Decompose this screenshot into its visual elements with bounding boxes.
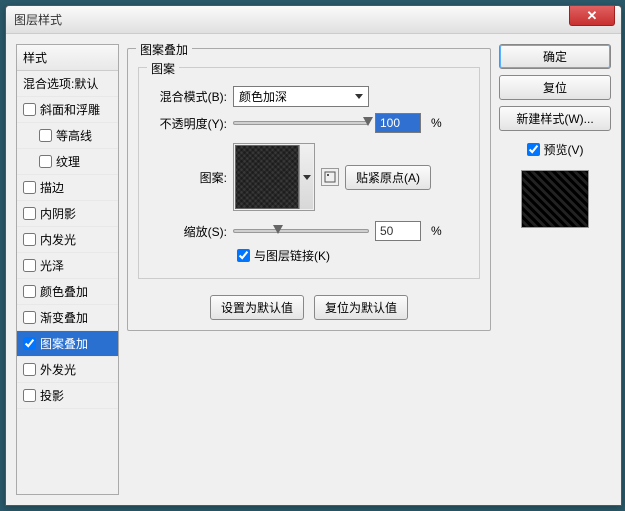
style-item-1[interactable]: 等高线 bbox=[17, 123, 118, 149]
style-item-checkbox[interactable] bbox=[23, 389, 36, 402]
pattern-dropdown-button[interactable] bbox=[299, 145, 313, 209]
chevron-down-icon bbox=[355, 94, 363, 99]
opacity-input[interactable]: 100 bbox=[375, 113, 421, 133]
style-item-label: 图案叠加 bbox=[40, 335, 88, 352]
style-item-checkbox[interactable] bbox=[39, 129, 52, 142]
close-icon[interactable]: ✕ bbox=[569, 6, 615, 26]
right-panel: 确定 复位 新建样式(W)... 预览(V) bbox=[499, 44, 611, 495]
style-list: 样式 混合选项:默认 斜面和浮雕等高线纹理描边内阴影内发光光泽颜色叠加渐变叠加图… bbox=[16, 44, 119, 495]
style-item-2[interactable]: 纹理 bbox=[17, 149, 118, 175]
opacity-slider[interactable] bbox=[233, 121, 369, 125]
scale-slider[interactable] bbox=[233, 229, 369, 233]
scale-input[interactable]: 50 bbox=[375, 221, 421, 241]
titlebar[interactable]: 图层样式 ✕ bbox=[6, 6, 621, 34]
style-item-11[interactable]: 投影 bbox=[17, 383, 118, 409]
blend-mode-dropdown[interactable]: 颜色加深 bbox=[233, 86, 369, 107]
preview-checkbox[interactable] bbox=[527, 143, 540, 156]
style-list-header: 样式 bbox=[17, 45, 118, 71]
pattern-label: 图案: bbox=[149, 169, 227, 186]
style-item-checkbox[interactable] bbox=[23, 233, 36, 246]
preview-label: 预览(V) bbox=[544, 141, 584, 158]
pattern-overlay-fieldset: 图案叠加 图案 混合模式(B): 颜色加深 不透明度(Y): bbox=[127, 48, 491, 331]
style-item-label: 纹理 bbox=[56, 153, 80, 170]
set-default-button[interactable]: 设置为默认值 bbox=[210, 295, 304, 320]
opacity-label: 不透明度(Y): bbox=[149, 115, 227, 132]
style-item-4[interactable]: 内阴影 bbox=[17, 201, 118, 227]
preview-thumbnail bbox=[521, 170, 589, 228]
style-item-label: 光泽 bbox=[40, 257, 64, 274]
style-item-checkbox[interactable] bbox=[23, 363, 36, 376]
style-item-checkbox[interactable] bbox=[23, 311, 36, 324]
inner-title: 图案 bbox=[147, 60, 179, 77]
scale-label: 缩放(S): bbox=[149, 223, 227, 240]
style-item-label: 渐变叠加 bbox=[40, 309, 88, 326]
style-item-label: 颜色叠加 bbox=[40, 283, 88, 300]
slider-thumb-icon[interactable] bbox=[273, 225, 283, 234]
pattern-inner-fieldset: 图案 混合模式(B): 颜色加深 不透明度(Y): 100 bbox=[138, 67, 480, 279]
style-item-checkbox[interactable] bbox=[23, 103, 36, 116]
link-layer-label: 与图层链接(K) bbox=[254, 247, 330, 264]
percent-label: % bbox=[431, 116, 442, 130]
blend-mode-label: 混合模式(B): bbox=[149, 88, 227, 105]
percent-label: % bbox=[431, 224, 442, 238]
style-item-label: 描边 bbox=[40, 179, 64, 196]
style-item-label: 等高线 bbox=[56, 127, 92, 144]
new-style-button[interactable]: 新建样式(W)... bbox=[499, 106, 611, 131]
style-item-label: 斜面和浮雕 bbox=[40, 101, 100, 118]
ok-button[interactable]: 确定 bbox=[499, 44, 611, 69]
pattern-picker[interactable] bbox=[233, 143, 315, 211]
style-item-checkbox[interactable] bbox=[23, 259, 36, 272]
cancel-button[interactable]: 复位 bbox=[499, 75, 611, 100]
style-item-8[interactable]: 渐变叠加 bbox=[17, 305, 118, 331]
style-item-7[interactable]: 颜色叠加 bbox=[17, 279, 118, 305]
link-layer-checkbox[interactable] bbox=[237, 249, 250, 262]
dialog-title: 图层样式 bbox=[14, 11, 62, 28]
center-panel: 图案叠加 图案 混合模式(B): 颜色加深 不透明度(Y): bbox=[127, 44, 491, 495]
slider-thumb-icon[interactable] bbox=[363, 117, 373, 126]
style-item-checkbox[interactable] bbox=[23, 207, 36, 220]
style-item-checkbox[interactable] bbox=[23, 181, 36, 194]
style-item-checkbox[interactable] bbox=[23, 337, 36, 350]
style-item-checkbox[interactable] bbox=[39, 155, 52, 168]
fieldset-title: 图案叠加 bbox=[136, 41, 192, 58]
blend-mode-value: 颜色加深 bbox=[239, 88, 287, 105]
blending-options-default[interactable]: 混合选项:默认 bbox=[17, 71, 118, 97]
style-item-checkbox[interactable] bbox=[23, 285, 36, 298]
style-item-6[interactable]: 光泽 bbox=[17, 253, 118, 279]
style-item-label: 内阴影 bbox=[40, 205, 76, 222]
style-item-9[interactable]: 图案叠加 bbox=[17, 331, 118, 357]
style-item-10[interactable]: 外发光 bbox=[17, 357, 118, 383]
pattern-swatch-icon bbox=[235, 145, 299, 209]
style-item-label: 外发光 bbox=[40, 361, 76, 378]
style-item-label: 投影 bbox=[40, 387, 64, 404]
snap-origin-button[interactable]: 贴紧原点(A) bbox=[345, 165, 431, 190]
reset-default-button[interactable]: 复位为默认值 bbox=[314, 295, 408, 320]
layer-style-dialog: 图层样式 ✕ 样式 混合选项:默认 斜面和浮雕等高线纹理描边内阴影内发光光泽颜色… bbox=[5, 5, 622, 506]
style-item-label: 内发光 bbox=[40, 231, 76, 248]
new-pattern-icon[interactable] bbox=[321, 168, 339, 186]
style-item-5[interactable]: 内发光 bbox=[17, 227, 118, 253]
style-item-3[interactable]: 描边 bbox=[17, 175, 118, 201]
style-item-0[interactable]: 斜面和浮雕 bbox=[17, 97, 118, 123]
chevron-down-icon bbox=[303, 175, 311, 180]
